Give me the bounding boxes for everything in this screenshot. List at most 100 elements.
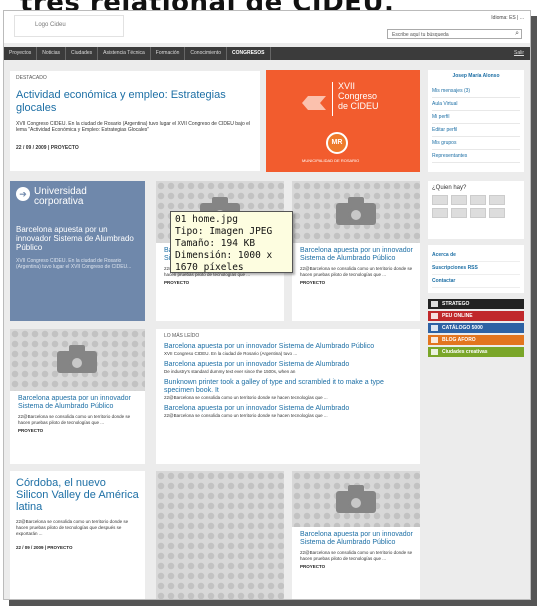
social-label: PEU ONLINE [442,313,473,319]
article-image [292,471,420,527]
banner-line-1: XVII [338,81,356,91]
cideu-logo-icon [302,96,326,110]
most-read-label: LO MÁS LEÍDO [164,333,200,339]
banner-line-2: Congreso [338,91,378,101]
social-label: Ciudades creativas [442,349,488,355]
search-input[interactable]: Escribe aquí tu búsqueda ⌕ [387,29,522,39]
user-avatar[interactable] [432,195,448,205]
info-links-panel: Acerca de Suscripciones RSS Contactar [428,245,524,293]
uni-title-2: corporativa [34,196,84,207]
most-read-item-text: 22@Barcelona se consolida como un territ… [164,395,328,400]
social-stratego[interactable]: STRATEGO [428,299,524,309]
nav-item-conocimiento[interactable]: Conocimiento [185,47,227,60]
banner-divider [332,82,333,116]
nav-item-noticias[interactable]: Noticias [37,47,67,60]
camera-icon [336,485,376,513]
tooltip-filename: 01 home.jpg [175,214,238,225]
arrow-right-icon: ➔ [16,187,30,201]
article-card[interactable]: Barcelona apuesta por un innovador Siste… [292,471,420,599]
link-contactar[interactable]: Contactar [432,275,520,288]
article-tag: PROYECTO [18,428,44,433]
article-image [10,329,145,391]
most-read-item-title[interactable]: Barcelona apuesta por un innovador Siste… [164,361,412,369]
uni-text: XVII Congreso CIDEU. En la ciudad de Ros… [16,258,132,270]
user-link-profile[interactable]: Mi perfil [432,111,520,124]
logout-link[interactable]: Salir [514,47,524,60]
link-rss[interactable]: Suscripciones RSS [432,262,520,275]
most-read-panel: LO MÁS LEÍDO Barcelona apuesta por un in… [156,329,420,464]
congreso-banner[interactable]: XVII Congreso de CIDEU MR MUNICIPALIDAD … [266,70,420,172]
most-read-item-title[interactable]: Barcelona apuesta por un innovador Siste… [164,405,412,413]
social-ciudades-creativas[interactable]: Ciudades creativas [428,347,524,357]
user-avatar[interactable] [432,208,448,218]
link-acerca[interactable]: Acerca de [432,249,520,262]
banner-line-3: de CIDEU [338,101,379,111]
featured-label: DESTACADO [16,75,47,81]
logo[interactable]: Logo Cideu [14,15,124,37]
user-avatar[interactable] [470,195,486,205]
user-avatar[interactable] [451,208,467,218]
cordoba-title[interactable]: Córdoba, el nuevo Silicon Valley de Amér… [16,477,139,513]
user-link-edit-profile[interactable]: Editar perfil [432,124,520,137]
user-link-representatives[interactable]: Representantes [432,150,520,163]
uni-subtitle: Barcelona apuesta por un innovador Siste… [16,225,134,252]
header: Logo Cideu Idioma: ES | ... Escribe aquí… [4,11,530,43]
quien-hay-title: ¿Quien hay? [432,185,467,191]
stratego-icon [431,301,438,307]
user-avatar[interactable] [489,208,505,218]
file-info-tooltip: 01 home.jpg Tipo: Imagen JPEG Tamaño: 19… [170,211,293,273]
universidad-card[interactable]: ➔ Universidad corporativa Barcelona apue… [10,181,145,321]
search-placeholder: Escribe aquí tu búsqueda [392,32,449,38]
most-read-item-title[interactable]: Bunknown printer took a galley of type a… [164,379,412,395]
nav-item-congresos[interactable]: CONGRESOS [227,47,271,60]
camera-icon [57,345,97,373]
most-read-item-text: XVII Congreso CIDEU. En la ciudad de Ros… [164,351,298,356]
social-blog-aforo[interactable]: BLOG AFORO [428,335,524,345]
article-tag: PROYECTO [300,564,326,569]
most-read-item-title[interactable]: Barcelona apuesta por un innovador Siste… [164,343,412,351]
social-catalogo[interactable]: CATÁLOGO 5000 [428,323,524,333]
cordoba-meta: 22 / 09 / 2009 | PROYECTO [16,545,73,550]
user-link-messages[interactable]: Mis mensajes (3) [432,85,520,98]
main-nav: Proyectos Noticias Ciudades Asistencia T… [4,47,530,60]
user-link-groups[interactable]: Mis grupos [432,137,520,150]
most-read-item-text: De industry's standard dummy text ever s… [164,369,296,374]
article-card[interactable]: Barcelona apuesta por un innovador Siste… [292,181,420,321]
article-tag: PROYECTO [164,280,190,285]
nav-item-asistencia[interactable]: Asistencia Técnica [98,47,151,60]
user-link-aula[interactable]: Aula Virtual [432,98,520,111]
article-title[interactable]: Barcelona apuesta por un innovador Siste… [18,395,138,411]
featured-article: DESTACADO Actividad económica y empleo: … [10,71,260,171]
tooltip-dimension: Dimensión: 1000 x [175,250,273,261]
nav-item-proyectos[interactable]: Proyectos [4,47,38,60]
social-label: BLOG AFORO [442,337,476,343]
ciudades-icon [431,349,438,355]
banner-title: XVII Congreso de CIDEU [338,81,379,111]
article-title[interactable]: Barcelona apuesta por un innovador Siste… [300,531,415,547]
language-selector[interactable]: Idioma: ES | ... [491,15,524,21]
blog-icon [431,337,438,343]
social-peu-online[interactable]: PEU ONLINE [428,311,524,321]
article-title[interactable]: Barcelona apuesta por un innovador Siste… [300,247,415,263]
article-text: 22@Barcelona se consolida como un territ… [18,414,131,425]
search-icon[interactable]: ⌕ [515,30,519,38]
social-label: CATÁLOGO 5000 [442,325,483,331]
cordoba-article[interactable]: Córdoba, el nuevo Silicon Valley de Amér… [10,471,145,599]
quien-hay-panel: ¿Quien hay? [428,181,524,239]
image-placeholder [156,471,284,599]
catalog-icon [431,325,438,331]
featured-meta: 22 / 09 / 2009 | PROYECTO [16,145,79,151]
nav-item-formacion[interactable]: Formación [151,47,186,60]
featured-title[interactable]: Actividad económica y empleo: Estrategia… [16,89,254,115]
article-card[interactable]: Barcelona apuesta por un innovador Siste… [10,329,145,464]
camera-icon [336,197,376,225]
user-avatar[interactable] [470,208,486,218]
user-name[interactable]: Josep María Alonso [432,73,520,79]
banner-footer: MUNICIPALIDAD DE ROSARIO [302,158,360,163]
user-avatar[interactable] [451,195,467,205]
rosario-badge-icon: MR [326,132,348,154]
article-tag: PROYECTO [300,280,326,285]
peu-icon [431,313,438,319]
nav-item-ciudades[interactable]: Ciudades [66,47,99,60]
user-avatar[interactable] [489,195,505,205]
